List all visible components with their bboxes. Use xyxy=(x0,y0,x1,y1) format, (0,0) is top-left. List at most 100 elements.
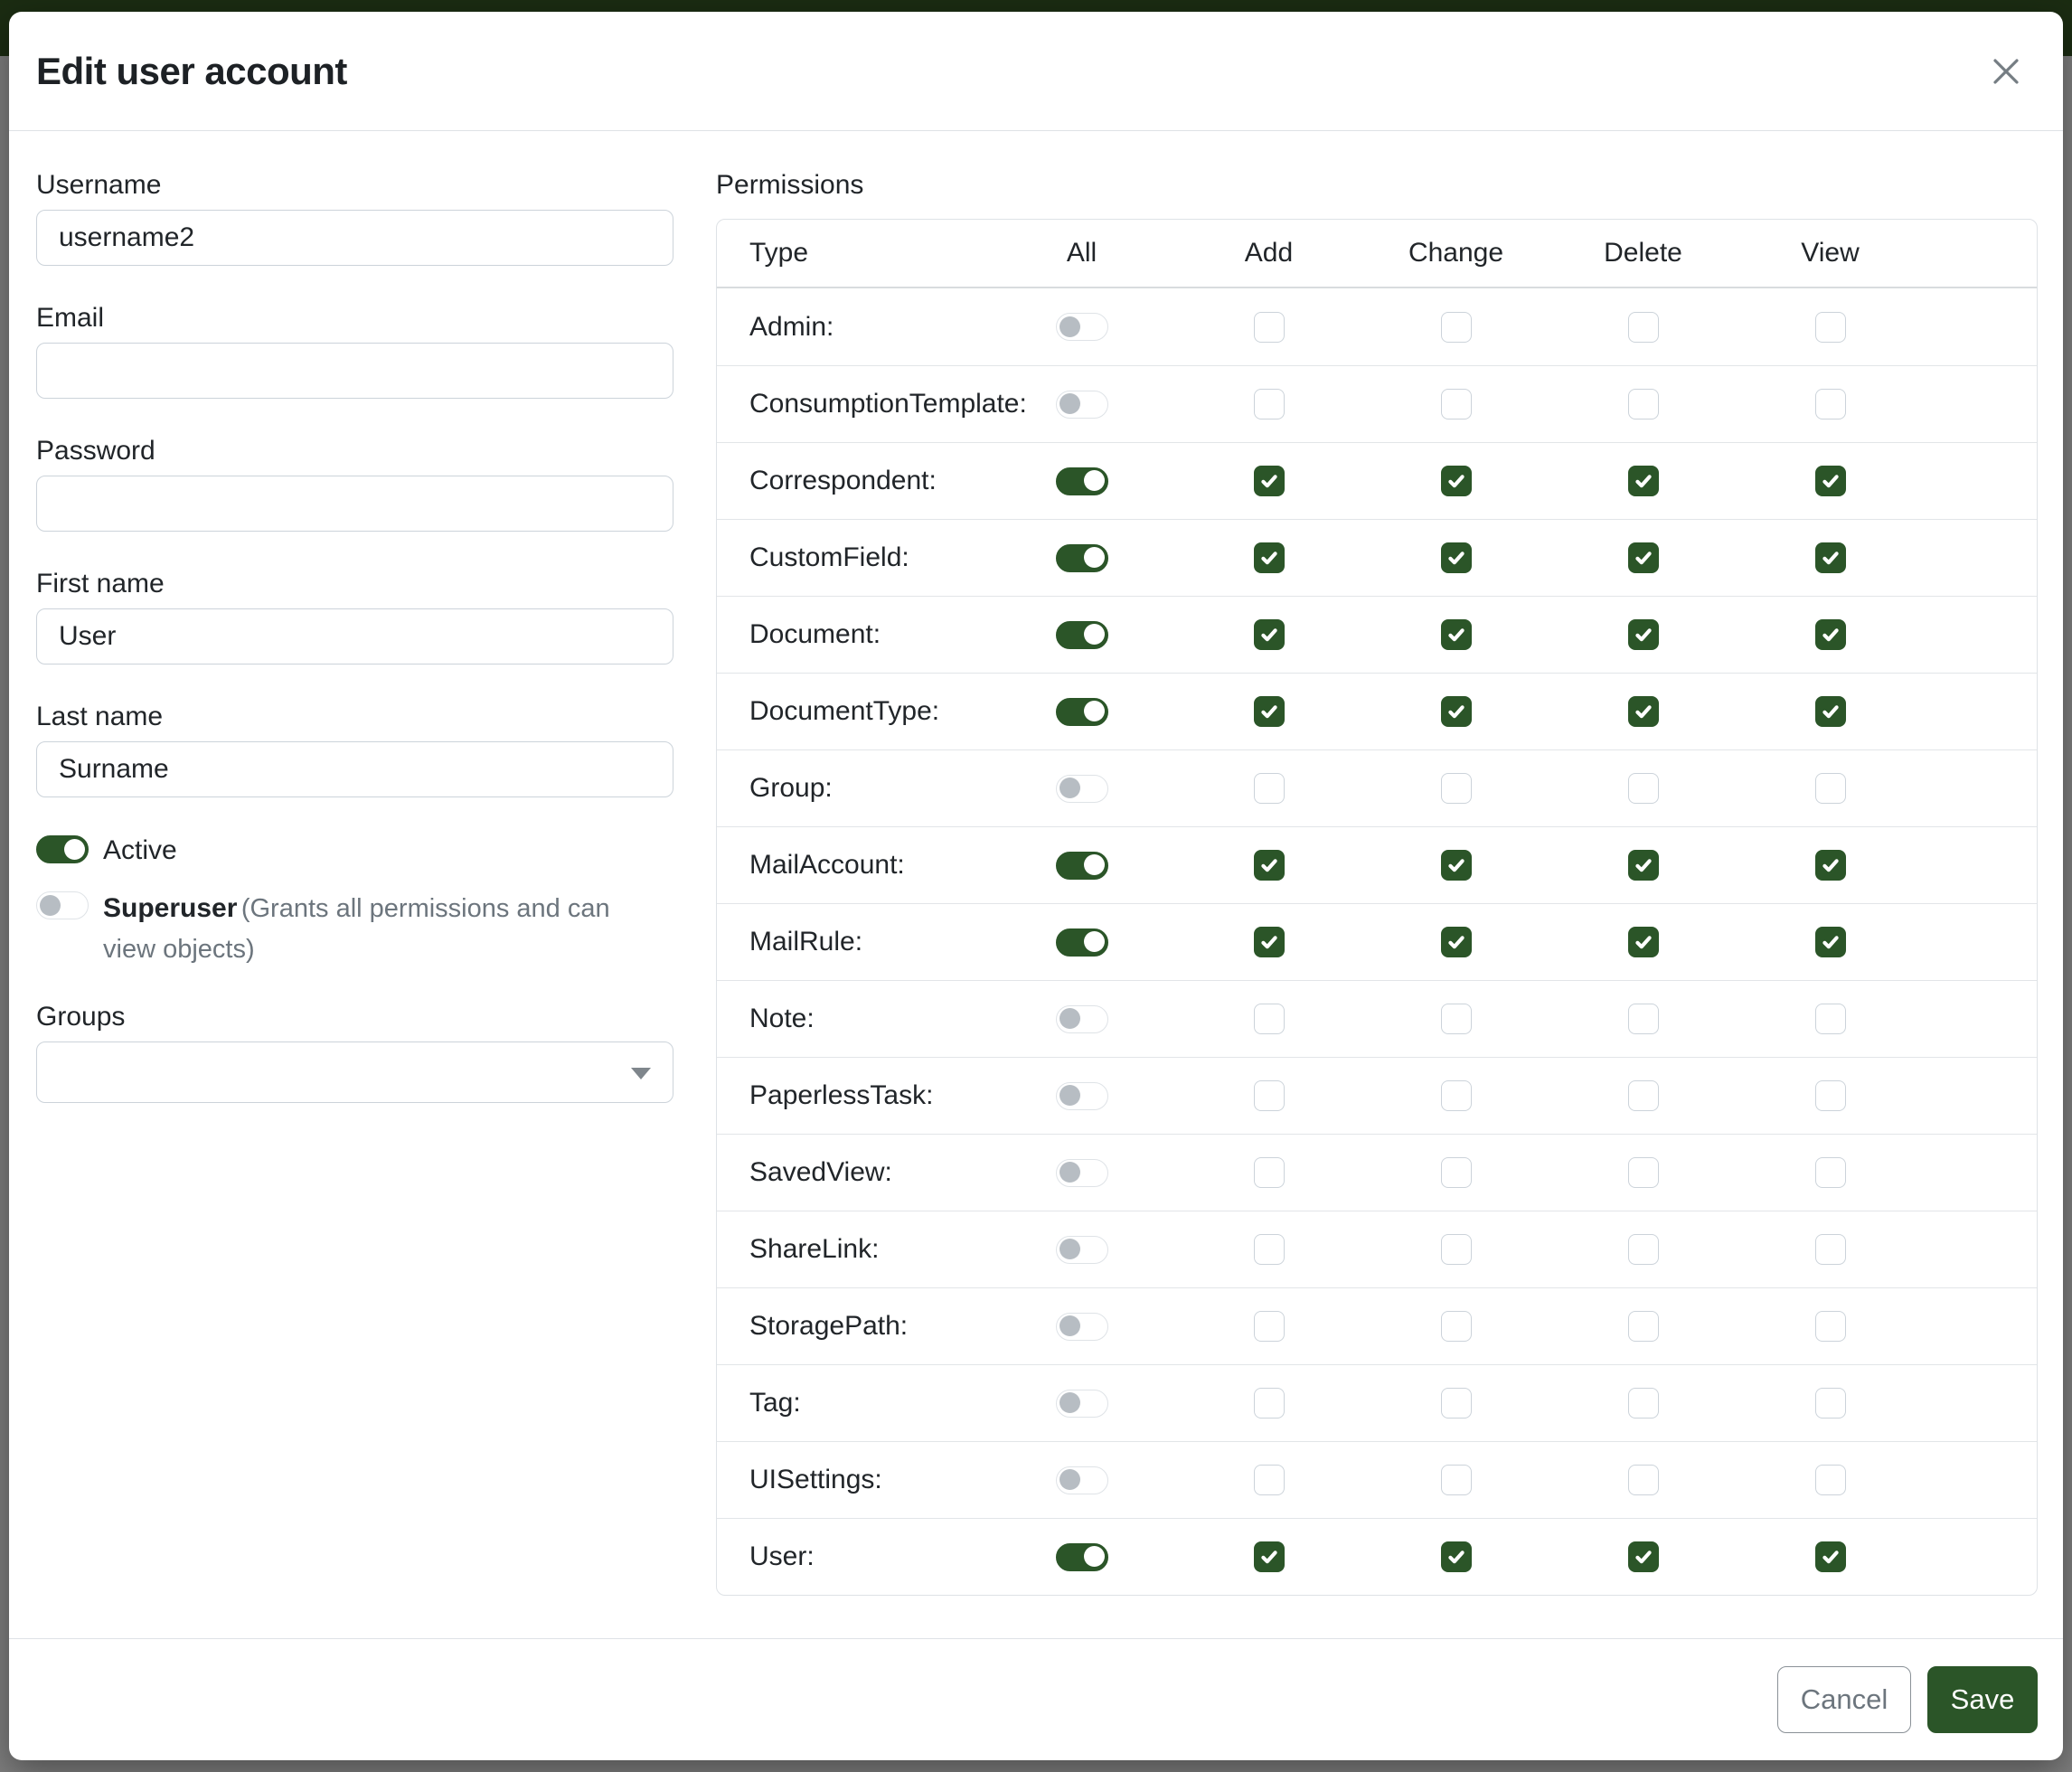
email-input[interactable] xyxy=(36,343,673,399)
permission-view-checkbox-group[interactable] xyxy=(1815,773,1846,804)
permission-delete-checkbox-correspondent[interactable] xyxy=(1628,466,1659,496)
permission-change-checkbox-note[interactable] xyxy=(1441,1004,1472,1034)
permission-delete-checkbox-paperlesstask[interactable] xyxy=(1628,1080,1659,1111)
permission-all-toggle-paperlesstask[interactable] xyxy=(1056,1082,1108,1110)
permission-delete-checkbox-documenttype[interactable] xyxy=(1628,696,1659,727)
permission-view-checkbox-consumptiontemplate[interactable] xyxy=(1815,389,1846,419)
permission-view-checkbox-sharelink[interactable] xyxy=(1815,1234,1846,1265)
permission-change-checkbox-uisettings[interactable] xyxy=(1441,1465,1472,1495)
permission-delete-checkbox-user[interactable] xyxy=(1628,1541,1659,1572)
permission-delete-checkbox-note[interactable] xyxy=(1628,1004,1659,1034)
superuser-toggle[interactable] xyxy=(36,891,89,919)
permission-all-toggle-savedview[interactable] xyxy=(1056,1159,1108,1187)
permission-view-checkbox-tag[interactable] xyxy=(1815,1388,1846,1419)
permission-add-checkbox-storagepath[interactable] xyxy=(1254,1311,1285,1342)
permission-delete-checkbox-tag[interactable] xyxy=(1628,1388,1659,1419)
groups-select[interactable] xyxy=(36,1042,673,1103)
permission-all-toggle-storagepath[interactable] xyxy=(1056,1313,1108,1341)
permission-view-checkbox-customfield[interactable] xyxy=(1815,542,1846,573)
permission-change-checkbox-customfield[interactable] xyxy=(1441,542,1472,573)
permission-view-checkbox-correspondent[interactable] xyxy=(1815,466,1846,496)
permission-add-checkbox-admin[interactable] xyxy=(1254,312,1285,343)
permission-delete-checkbox-sharelink[interactable] xyxy=(1628,1234,1659,1265)
permission-view-checkbox-user[interactable] xyxy=(1815,1541,1846,1572)
permission-view-checkbox-paperlesstask[interactable] xyxy=(1815,1080,1846,1111)
permissions-label: Permissions xyxy=(716,169,2038,201)
permission-add-checkbox-document[interactable] xyxy=(1254,619,1285,650)
permission-all-toggle-sharelink[interactable] xyxy=(1056,1236,1108,1264)
permission-delete-checkbox-mailrule[interactable] xyxy=(1628,927,1659,957)
permission-delete-checkbox-admin[interactable] xyxy=(1628,312,1659,343)
permission-view-checkbox-mailaccount[interactable] xyxy=(1815,850,1846,881)
active-toggle[interactable] xyxy=(36,835,89,863)
first-name-input[interactable] xyxy=(36,608,673,664)
permission-delete-checkbox-document[interactable] xyxy=(1628,619,1659,650)
permission-delete-checkbox-mailaccount[interactable] xyxy=(1628,850,1659,881)
permission-view-checkbox-documenttype[interactable] xyxy=(1815,696,1846,727)
permission-change-checkbox-tag[interactable] xyxy=(1441,1388,1472,1419)
permission-row-note: Note: xyxy=(717,980,2037,1057)
permission-add-checkbox-consumptiontemplate[interactable] xyxy=(1254,389,1285,419)
permission-all-toggle-documenttype[interactable] xyxy=(1056,698,1108,726)
permission-all-toggle-admin[interactable] xyxy=(1056,313,1108,341)
permission-all-toggle-mailaccount[interactable] xyxy=(1056,852,1108,880)
permission-change-checkbox-admin[interactable] xyxy=(1441,312,1472,343)
save-button[interactable]: Save xyxy=(1927,1666,2038,1733)
permission-add-checkbox-savedview[interactable] xyxy=(1254,1157,1285,1188)
permission-change-checkbox-document[interactable] xyxy=(1441,619,1472,650)
permission-delete-checkbox-savedview[interactable] xyxy=(1628,1157,1659,1188)
permission-view-checkbox-savedview[interactable] xyxy=(1815,1157,1846,1188)
permission-view-checkbox-note[interactable] xyxy=(1815,1004,1846,1034)
email-group: Email xyxy=(36,302,673,399)
permission-change-checkbox-documenttype[interactable] xyxy=(1441,696,1472,727)
permission-change-checkbox-correspondent[interactable] xyxy=(1441,466,1472,496)
permission-all-toggle-uisettings[interactable] xyxy=(1056,1466,1108,1494)
permission-all-toggle-group[interactable] xyxy=(1056,775,1108,803)
permission-add-checkbox-user[interactable] xyxy=(1254,1541,1285,1572)
permission-add-checkbox-sharelink[interactable] xyxy=(1254,1234,1285,1265)
permission-add-checkbox-note[interactable] xyxy=(1254,1004,1285,1034)
permission-all-toggle-consumptiontemplate[interactable] xyxy=(1056,391,1108,419)
permission-delete-checkbox-storagepath[interactable] xyxy=(1628,1311,1659,1342)
permission-view-checkbox-uisettings[interactable] xyxy=(1815,1465,1846,1495)
permission-view-checkbox-mailrule[interactable] xyxy=(1815,927,1846,957)
permission-add-checkbox-paperlesstask[interactable] xyxy=(1254,1080,1285,1111)
permission-add-checkbox-mailaccount[interactable] xyxy=(1254,850,1285,881)
permission-all-toggle-tag[interactable] xyxy=(1056,1390,1108,1418)
permission-change-checkbox-group[interactable] xyxy=(1441,773,1472,804)
permission-all-toggle-customfield[interactable] xyxy=(1056,544,1108,572)
permission-change-checkbox-mailaccount[interactable] xyxy=(1441,850,1472,881)
close-button[interactable] xyxy=(1985,51,2027,92)
permission-all-toggle-note[interactable] xyxy=(1056,1005,1108,1033)
permission-change-checkbox-user[interactable] xyxy=(1441,1541,1472,1572)
password-input[interactable] xyxy=(36,476,673,532)
permission-add-checkbox-mailrule[interactable] xyxy=(1254,927,1285,957)
permission-all-toggle-mailrule[interactable] xyxy=(1056,928,1108,957)
permission-delete-checkbox-uisettings[interactable] xyxy=(1628,1465,1659,1495)
permission-change-checkbox-consumptiontemplate[interactable] xyxy=(1441,389,1472,419)
permission-view-checkbox-document[interactable] xyxy=(1815,619,1846,650)
permission-change-checkbox-paperlesstask[interactable] xyxy=(1441,1080,1472,1111)
active-label: Active xyxy=(103,834,177,868)
permission-all-toggle-correspondent[interactable] xyxy=(1056,467,1108,495)
last-name-input[interactable] xyxy=(36,741,673,797)
permission-change-checkbox-savedview[interactable] xyxy=(1441,1157,1472,1188)
permission-delete-checkbox-group[interactable] xyxy=(1628,773,1659,804)
permission-view-checkbox-storagepath[interactable] xyxy=(1815,1311,1846,1342)
permission-change-checkbox-sharelink[interactable] xyxy=(1441,1234,1472,1265)
permission-delete-checkbox-customfield[interactable] xyxy=(1628,542,1659,573)
permission-add-checkbox-documenttype[interactable] xyxy=(1254,696,1285,727)
permission-delete-checkbox-consumptiontemplate[interactable] xyxy=(1628,389,1659,419)
permission-change-checkbox-mailrule[interactable] xyxy=(1441,927,1472,957)
permission-add-checkbox-uisettings[interactable] xyxy=(1254,1465,1285,1495)
cancel-button[interactable]: Cancel xyxy=(1777,1666,1911,1733)
username-input[interactable] xyxy=(36,210,673,266)
permission-all-toggle-user[interactable] xyxy=(1056,1543,1108,1571)
permission-view-checkbox-admin[interactable] xyxy=(1815,312,1846,343)
permission-all-toggle-document[interactable] xyxy=(1056,621,1108,649)
permission-add-checkbox-group[interactable] xyxy=(1254,773,1285,804)
permission-add-checkbox-tag[interactable] xyxy=(1254,1388,1285,1419)
permission-add-checkbox-customfield[interactable] xyxy=(1254,542,1285,573)
permission-change-checkbox-storagepath[interactable] xyxy=(1441,1311,1472,1342)
permission-add-checkbox-correspondent[interactable] xyxy=(1254,466,1285,496)
